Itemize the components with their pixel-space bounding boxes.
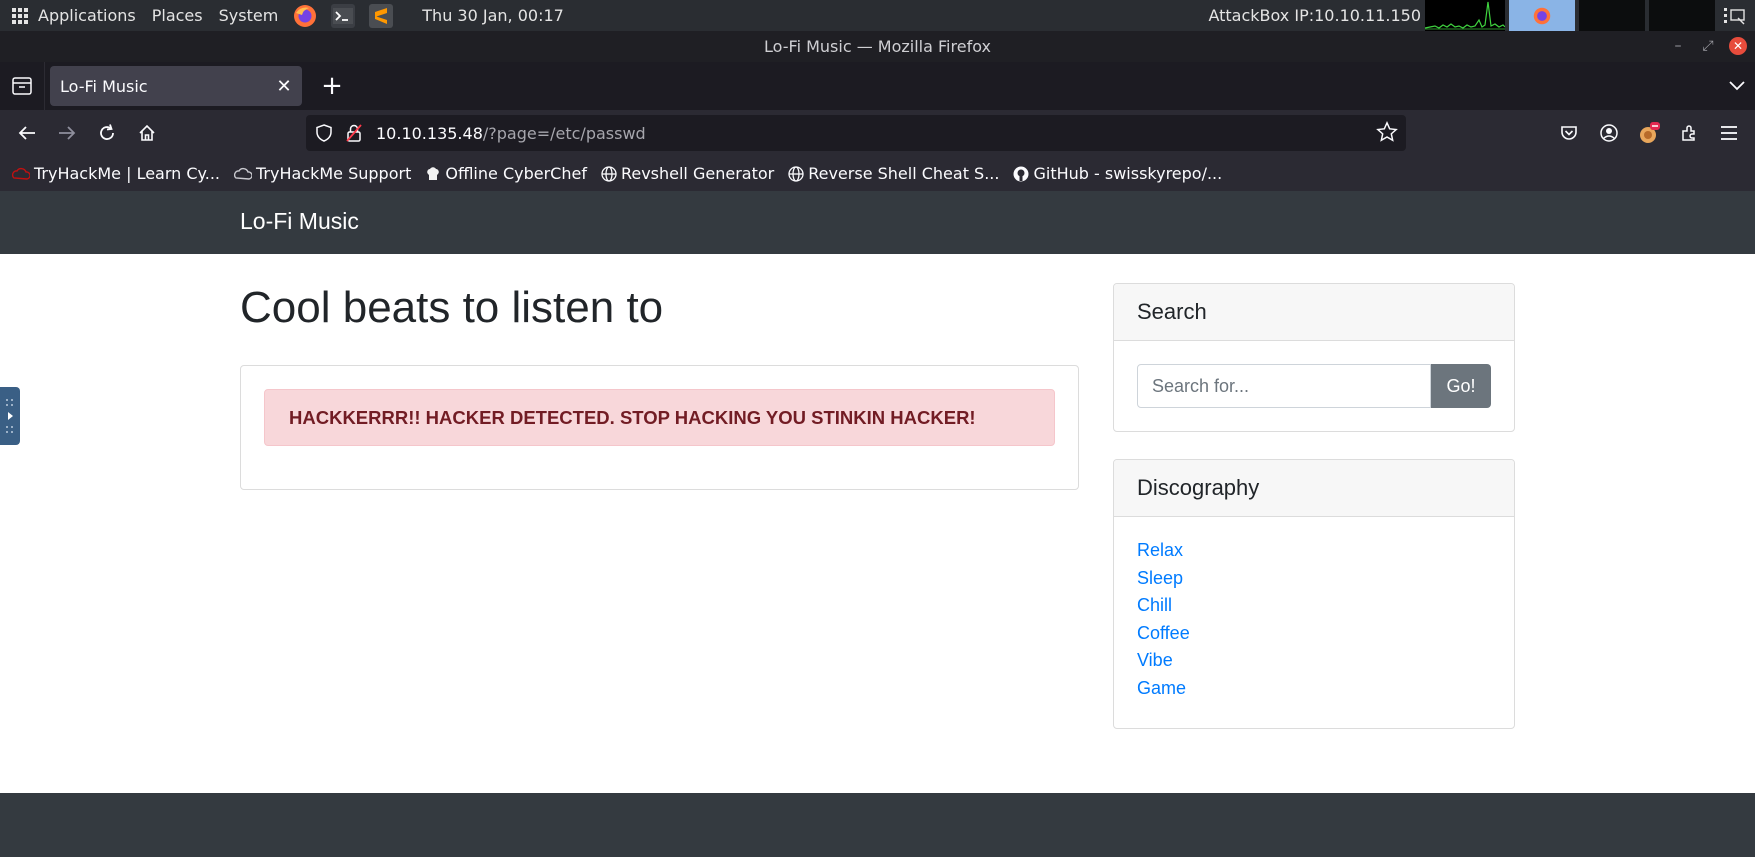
tab-bar: Lo-Fi Music ✕ + bbox=[0, 62, 1755, 110]
bookmark-reverse-shell-cheat-sheet[interactable]: Reverse Shell Cheat S... bbox=[788, 164, 999, 183]
minimize-icon[interactable]: – bbox=[1669, 37, 1687, 55]
chef-icon bbox=[425, 166, 445, 182]
discography-link-coffee[interactable]: Coffee bbox=[1137, 623, 1190, 643]
github-icon bbox=[1013, 166, 1033, 182]
reload-icon[interactable] bbox=[87, 113, 127, 153]
restore-icon[interactable]: ⤢ bbox=[1699, 37, 1717, 55]
shield-icon[interactable] bbox=[316, 124, 332, 142]
firefox-icon bbox=[1533, 7, 1551, 24]
search-card-title: Search bbox=[1114, 284, 1514, 341]
menu-applications[interactable]: Applications bbox=[30, 0, 144, 31]
close-window-icon[interactable]: ✕ bbox=[1729, 37, 1747, 55]
new-tab-icon[interactable]: + bbox=[310, 66, 354, 106]
bookmark-star-icon[interactable] bbox=[1376, 121, 1398, 143]
pocket-icon[interactable] bbox=[1549, 113, 1589, 153]
os-top-panel: Applications Places System Thu 30 Jan, 0… bbox=[0, 0, 1755, 31]
list-item: Sleep bbox=[1137, 568, 1190, 596]
list-item: Relax bbox=[1137, 540, 1190, 568]
sublime-text-icon[interactable] bbox=[369, 3, 394, 28]
taskbar-slot[interactable] bbox=[1649, 0, 1715, 31]
globe-icon bbox=[788, 165, 808, 182]
list-item: Vibe bbox=[1137, 650, 1190, 678]
bookmark-tryhackme[interactable]: TryHackMe | Learn Cy... bbox=[12, 164, 220, 183]
home-icon[interactable] bbox=[127, 113, 167, 153]
go-button[interactable]: Go! bbox=[1431, 364, 1491, 408]
url-host: 10.10.135.48 bbox=[376, 123, 483, 143]
firefox-view-icon[interactable] bbox=[0, 62, 44, 110]
tryhackme-icon bbox=[12, 166, 34, 182]
bookmark-offline-cyberchef[interactable]: Offline CyberChef bbox=[425, 164, 587, 183]
site-navbar: Lo-Fi Music bbox=[0, 191, 1755, 254]
firefox-icon[interactable] bbox=[293, 4, 317, 28]
discography-link-game[interactable]: Game bbox=[1137, 678, 1186, 698]
account-icon[interactable] bbox=[1589, 113, 1629, 153]
menu-system[interactable]: System bbox=[211, 0, 287, 31]
extension-badge-icon[interactable] bbox=[1629, 113, 1669, 153]
discography-card-title: Discography bbox=[1114, 460, 1514, 517]
tab-lo-fi-music[interactable]: Lo-Fi Music ✕ bbox=[50, 66, 302, 106]
taskbar-firefox[interactable] bbox=[1509, 0, 1575, 31]
site-footer bbox=[0, 793, 1755, 857]
hamburger-menu-icon[interactable] bbox=[1709, 113, 1749, 153]
navigation-bar: 10.10.135.48 /?page=/etc/passwd bbox=[0, 110, 1755, 156]
network-graph bbox=[1425, 0, 1505, 31]
grid-icon[interactable] bbox=[12, 7, 28, 24]
web-page: Lo-Fi Music Cool beats to listen to HACK… bbox=[0, 191, 1755, 857]
extensions-icon[interactable] bbox=[1669, 113, 1709, 153]
content-card: HACKKERRR!! HACKER DETECTED. STOP HACKIN… bbox=[240, 365, 1079, 490]
menu-places[interactable]: Places bbox=[144, 0, 211, 31]
bookmarks-toolbar: TryHackMe | Learn Cy... TryHackMe Suppor… bbox=[0, 156, 1755, 191]
chevron-down-icon[interactable] bbox=[1725, 74, 1749, 98]
bookmark-revshell-generator[interactable]: Revshell Generator bbox=[601, 164, 774, 183]
page-heading: Cool beats to listen to bbox=[240, 283, 664, 332]
insecure-lock-icon[interactable] bbox=[346, 124, 362, 142]
discography-link-relax[interactable]: Relax bbox=[1137, 540, 1183, 560]
search-form: Go! bbox=[1137, 364, 1491, 408]
list-item: Coffee bbox=[1137, 623, 1190, 651]
hacker-alert: HACKKERRR!! HACKER DETECTED. STOP HACKIN… bbox=[264, 389, 1055, 446]
back-icon[interactable] bbox=[7, 113, 47, 153]
discography-link-chill[interactable]: Chill bbox=[1137, 595, 1172, 615]
discography-link-sleep[interactable]: Sleep bbox=[1137, 568, 1183, 588]
discography-card: Discography Relax Sleep Chill Coffee Vib… bbox=[1113, 459, 1515, 729]
globe-icon bbox=[601, 165, 621, 182]
discography-link-vibe[interactable]: Vibe bbox=[1137, 650, 1173, 670]
url-bar[interactable]: 10.10.135.48 /?page=/etc/passwd bbox=[306, 115, 1406, 151]
site-brand[interactable]: Lo-Fi Music bbox=[240, 208, 359, 235]
url-path: /?page=/etc/passwd bbox=[482, 123, 646, 143]
list-item: Chill bbox=[1137, 595, 1190, 623]
tab-label: Lo-Fi Music bbox=[60, 76, 148, 96]
window-title-bar: Lo-Fi Music — Mozilla Firefox – ⤢ ✕ bbox=[0, 31, 1755, 62]
attackbox-ip: AttackBox IP:10.10.11.150 bbox=[1208, 6, 1421, 25]
clock[interactable]: Thu 30 Jan, 00:17 bbox=[414, 0, 572, 31]
close-tab-icon[interactable]: ✕ bbox=[274, 76, 294, 97]
side-panel-handle[interactable] bbox=[0, 387, 20, 445]
search-card: Search Go! bbox=[1113, 283, 1515, 432]
taskbar-slot[interactable] bbox=[1579, 0, 1645, 31]
cloud-icon bbox=[234, 166, 256, 182]
bookmark-github-swisskyrepo[interactable]: GitHub - swisskyrepo/... bbox=[1013, 164, 1222, 183]
discography-list: Relax Sleep Chill Coffee Vibe Game bbox=[1137, 540, 1190, 706]
screen-capture-icon[interactable] bbox=[1715, 0, 1755, 31]
search-input[interactable] bbox=[1137, 364, 1431, 408]
forward-icon[interactable] bbox=[47, 113, 87, 153]
bookmark-tryhackme-support[interactable]: TryHackMe Support bbox=[234, 164, 411, 183]
terminal-icon[interactable] bbox=[331, 3, 356, 28]
window-title: Lo-Fi Music — Mozilla Firefox bbox=[764, 37, 991, 56]
list-item: Game bbox=[1137, 678, 1190, 706]
